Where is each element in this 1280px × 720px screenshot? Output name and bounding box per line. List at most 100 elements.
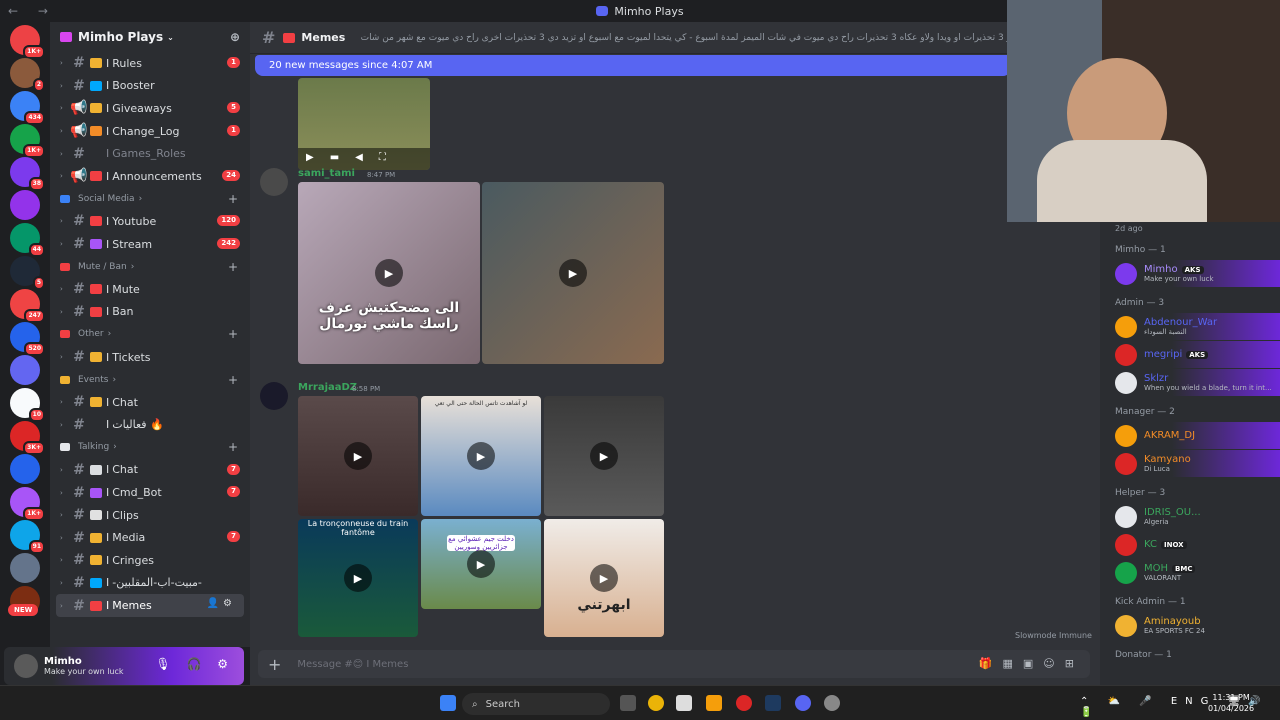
channel-item[interactable]: › # I Cmd_Bot 7: [50, 481, 250, 504]
server-icon[interactable]: 44: [10, 223, 45, 257]
play-icon[interactable]: ▶: [344, 442, 372, 470]
video-thumbnail[interactable]: ▶: [544, 396, 664, 516]
server-icon[interactable]: [10, 553, 40, 583]
channel-item[interactable]: › # I Ban: [50, 301, 250, 324]
add-attachment-icon[interactable]: +: [268, 655, 281, 674]
server-icon[interactable]: 1K+: [10, 487, 45, 521]
channel-item[interactable]: › # I Memes 👤⚙: [56, 594, 244, 617]
member-item[interactable]: MOH BMC VALORANT: [1100, 559, 1280, 586]
server-icon[interactable]: 3K+: [10, 421, 45, 455]
add-member-icon[interactable]: ⊕: [230, 30, 240, 44]
server-icon[interactable]: 5: [10, 256, 45, 290]
server-icon[interactable]: 434: [10, 91, 45, 125]
channel-item[interactable]: › # I Stream 242: [50, 233, 250, 256]
video-thumbnail[interactable]: ▶ ابهرتني: [544, 519, 664, 637]
play-icon[interactable]: ▶: [590, 564, 618, 592]
server-icon[interactable]: 1K+: [10, 25, 45, 59]
play-icon[interactable]: ▶: [467, 442, 495, 470]
server-icon[interactable]: [10, 190, 40, 220]
message-input[interactable]: Message #😊 I Memes: [297, 659, 408, 670]
clock[interactable]: 11:31 PM 01/04/2026: [1208, 692, 1254, 714]
task-view-icon[interactable]: [620, 695, 636, 711]
avatar[interactable]: [260, 382, 288, 410]
channel-item[interactable]: › # I Clips: [50, 504, 250, 527]
windows-start-icon[interactable]: [440, 695, 456, 711]
member-item[interactable]: IDRIS_OU... Algeria: [1100, 503, 1280, 530]
channel-item[interactable]: › # I فعاليات 🔥: [50, 414, 250, 437]
play-icon[interactable]: ▶: [467, 550, 495, 578]
add-channel-icon[interactable]: +: [228, 260, 238, 274]
server-header[interactable]: Mimho Plays ⌄ ⊕: [50, 22, 250, 52]
video-controls[interactable]: ▶▬◀⛶: [298, 148, 430, 170]
video-thumbnail[interactable]: ▶: [298, 396, 418, 516]
channel-item[interactable]: › # I Chat 7: [50, 459, 250, 482]
channel-item[interactable]: › # I Cringes: [50, 549, 250, 572]
message-author[interactable]: sami_tami: [298, 168, 355, 179]
obs-icon[interactable]: [824, 695, 840, 711]
member-item[interactable]: AKRAM_DJ: [1100, 422, 1280, 449]
server-icon[interactable]: 2: [10, 58, 45, 92]
server-icon[interactable]: 38: [10, 157, 45, 191]
member-item[interactable]: megripi AKS: [1100, 341, 1280, 368]
add-channel-icon[interactable]: +: [228, 192, 238, 206]
app-icon[interactable]: [676, 695, 692, 711]
member-item[interactable]: Kamyano Di Luca: [1100, 450, 1280, 477]
chrome-icon[interactable]: [648, 695, 664, 711]
member-item[interactable]: KC INOX: [1100, 531, 1280, 558]
new-messages-banner[interactable]: 20 new messages since 4:07 AM: [255, 55, 1011, 76]
channel-settings-icon[interactable]: 👤⚙: [207, 598, 236, 609]
channel-item[interactable]: › # I Media 7: [50, 526, 250, 549]
add-channel-icon[interactable]: +: [228, 440, 238, 454]
channel-item[interactable]: › # I Booster: [50, 75, 250, 98]
user-controls[interactable]: 🎙 🎧 ⚙: [155, 657, 234, 671]
server-icon[interactable]: [10, 355, 40, 385]
channel-topic[interactable]: ديرو عقوبات - تمدر 3 تحذيرات او ويدا ولا…: [359, 33, 1079, 43]
opera-icon[interactable]: [736, 695, 752, 711]
channel-item[interactable]: › 📢 I Giveaways 5: [50, 97, 250, 120]
video-thumbnail[interactable]: ▶ الى مضحكتيش عرف راسك ماشي نورمال: [298, 182, 480, 364]
server-icon[interactable]: 10: [10, 388, 45, 422]
avatar[interactable]: [260, 168, 288, 196]
nav-arrows[interactable]: ← →: [8, 4, 56, 18]
member-item[interactable]: Sklzr When you wield a blade, turn it int…: [1100, 369, 1280, 396]
channel-item[interactable]: › # I Tickets: [50, 346, 250, 369]
category-header[interactable]: Mute / Ban › +: [50, 255, 250, 278]
video-thumbnail[interactable]: لو آشاهدت تاتس الحالة حتى الي تعي ▶: [421, 396, 541, 516]
server-icon[interactable]: [10, 454, 40, 484]
video-thumbnail[interactable]: ▶▬◀⛶: [298, 78, 430, 170]
server-icon[interactable]: 1K+: [10, 124, 45, 158]
channel-item[interactable]: › # I Games_Roles: [50, 142, 250, 165]
category-header[interactable]: Other › +: [50, 323, 250, 346]
channel-item[interactable]: › # I Youtube 120: [50, 210, 250, 233]
category-header[interactable]: Social Media › +: [50, 188, 250, 211]
member-item[interactable]: Abdenour_War النصبة السوداء: [1100, 313, 1280, 340]
channel-item[interactable]: › # I Chat: [50, 391, 250, 414]
member-item[interactable]: Mimho AKS Make your own luck: [1100, 260, 1280, 287]
message-author[interactable]: MrrajaaDZ: [298, 382, 357, 393]
file-explorer-icon[interactable]: [706, 695, 722, 711]
play-icon[interactable]: ▶: [559, 259, 587, 287]
channel-item[interactable]: › # I -مبيت-اب-المقلبين-: [50, 572, 250, 595]
server-icon[interactable]: 520: [10, 322, 45, 356]
channel-item[interactable]: › 📢 I Change_Log 1: [50, 120, 250, 143]
taskbar-search[interactable]: ⌕ Search: [462, 693, 610, 715]
video-thumbnail[interactable]: La tronçonneuse du train fantôme ▶: [298, 519, 418, 637]
channel-item[interactable]: › # I Rules 1: [50, 52, 250, 75]
play-icon[interactable]: ▶: [344, 564, 372, 592]
discord-taskbar-icon[interactable]: [795, 695, 811, 711]
member-item[interactable]: Aminayoub EA SPORTS FC 24: [1100, 612, 1280, 639]
category-header[interactable]: Talking › +: [50, 436, 250, 459]
server-icon[interactable]: 91: [10, 520, 45, 554]
category-header[interactable]: Events › +: [50, 368, 250, 391]
avatar[interactable]: [14, 654, 38, 678]
server-icon[interactable]: 247: [10, 289, 45, 323]
add-channel-icon[interactable]: +: [228, 373, 238, 387]
play-icon[interactable]: ▶: [375, 259, 403, 287]
channel-item[interactable]: › 📢 I Announcements 24: [50, 165, 250, 188]
add-channel-icon[interactable]: +: [228, 327, 238, 341]
composer-tools[interactable]: 🎁▦▣☺⊞: [979, 657, 1084, 670]
steam-icon[interactable]: [765, 695, 781, 711]
video-thumbnail[interactable]: ▶: [482, 182, 664, 364]
message-composer[interactable]: + Message #😊 I Memes 🎁▦▣☺⊞: [258, 650, 1090, 678]
video-thumbnail[interactable]: دخلت جيم عشوائي مع جزائريين وسوريين ▶: [421, 519, 541, 609]
